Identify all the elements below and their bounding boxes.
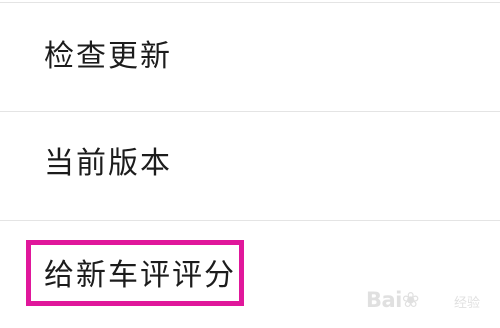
settings-item-check-update[interactable]: 检查更新 [0,3,500,111]
settings-item-label: 当前版本 [44,146,172,181]
settings-item-current-version[interactable]: 当前版本 [0,112,500,220]
watermark-brand: Bai❀ [366,288,420,312]
settings-list: 检查更新 当前版本 给新车评评分 Bai❀ 经验 [0,0,500,328]
settings-item-label: 给新车评评分 [44,258,236,293]
watermark-sub: 经验 [454,296,481,311]
baidu-watermark: Bai❀ 经验 [366,284,496,320]
settings-item-label: 检查更新 [44,39,172,74]
paw-icon: ❀ [401,288,420,312]
